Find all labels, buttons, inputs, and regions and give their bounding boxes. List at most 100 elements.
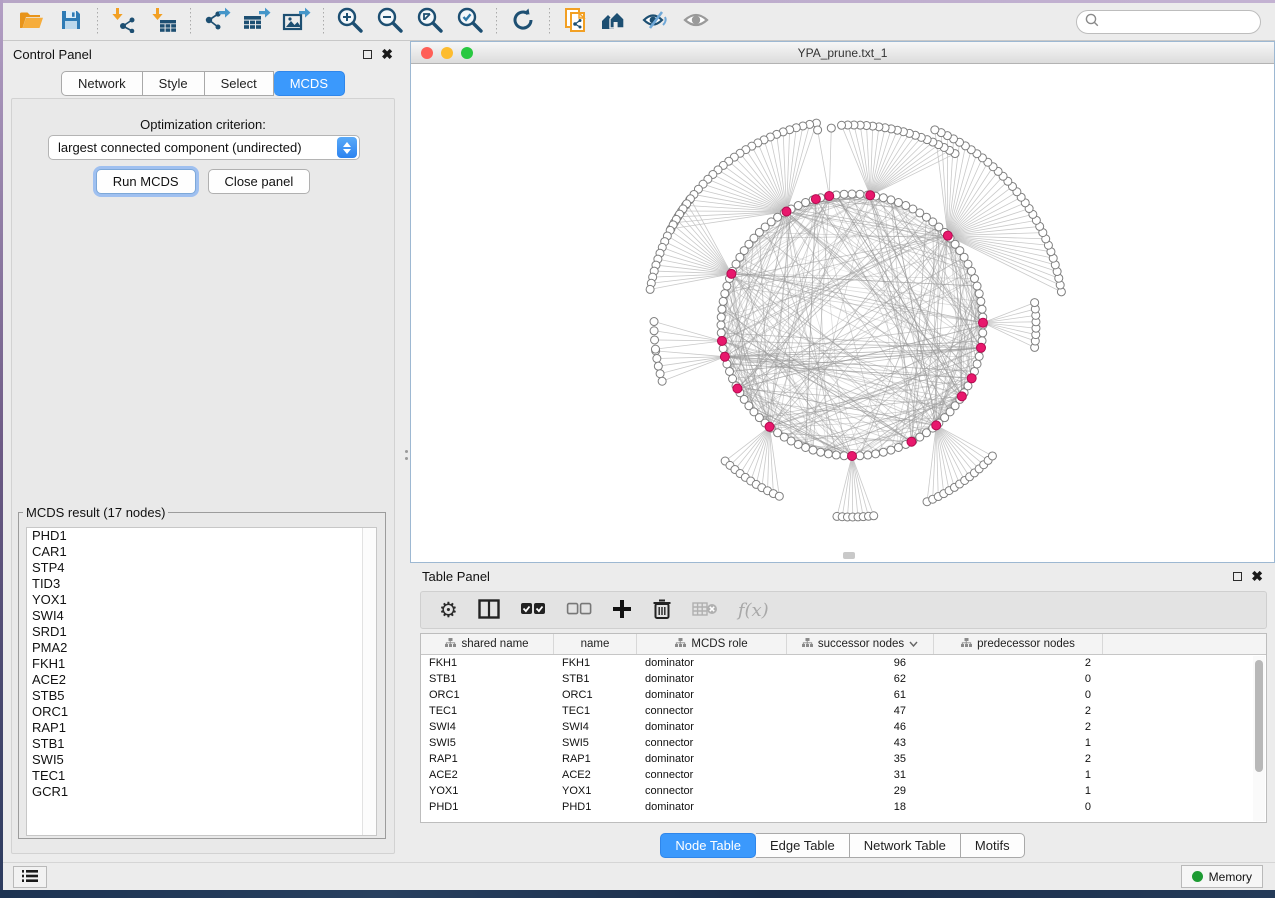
mcds-hub-node[interactable] bbox=[733, 384, 742, 393]
memory-button[interactable]: Memory bbox=[1181, 865, 1263, 888]
mcds-hub-node[interactable] bbox=[782, 207, 791, 216]
table-row[interactable]: SWI5SWI5connector431 bbox=[421, 735, 1266, 751]
graph-node[interactable] bbox=[1031, 299, 1039, 307]
graph-node[interactable] bbox=[651, 336, 659, 344]
node-table[interactable]: shared namenameMCDS rolesuccessor nodesp… bbox=[420, 633, 1267, 823]
select-all-button[interactable] bbox=[520, 595, 546, 625]
column-header-predecessor-nodes[interactable]: predecessor nodes bbox=[934, 634, 1103, 654]
save-session-button[interactable] bbox=[51, 6, 91, 38]
mcds-node-item[interactable]: PMA2 bbox=[27, 640, 376, 656]
import-table-button[interactable] bbox=[144, 6, 184, 38]
mcds-result-list[interactable]: PHD1CAR1STP4TID3YOX1SWI4SRD1PMA2FKH1ACE2… bbox=[26, 527, 377, 836]
graph-node[interactable] bbox=[726, 367, 734, 375]
mcds-node-item[interactable]: SRD1 bbox=[27, 624, 376, 640]
search-input[interactable] bbox=[1100, 15, 1250, 29]
mcds-hub-node[interactable] bbox=[967, 374, 976, 383]
mcds-node-item[interactable]: SWI5 bbox=[27, 752, 376, 768]
mcds-hub-node[interactable] bbox=[720, 352, 729, 361]
mcds-node-item[interactable]: ACE2 bbox=[27, 672, 376, 688]
graph-node[interactable] bbox=[717, 329, 725, 337]
column-header-shared-name[interactable]: shared name bbox=[421, 634, 554, 654]
graph-node[interactable] bbox=[802, 443, 810, 451]
mcds-hub-node[interactable] bbox=[957, 392, 966, 401]
mcds-node-item[interactable]: STB5 bbox=[27, 688, 376, 704]
table-row[interactable]: FKH1FKH1dominator962 bbox=[421, 655, 1266, 671]
graph-node[interactable] bbox=[975, 290, 983, 298]
table-scrollbar-thumb[interactable] bbox=[1255, 660, 1263, 772]
graph-node[interactable] bbox=[656, 370, 664, 378]
graph-node[interactable] bbox=[723, 282, 731, 290]
graph-node[interactable] bbox=[654, 362, 662, 370]
graph-node[interactable] bbox=[894, 199, 902, 207]
network-hscroll-thumb[interactable] bbox=[843, 552, 855, 559]
panel-menu-button[interactable] bbox=[13, 866, 47, 888]
tab-style[interactable]: Style bbox=[143, 71, 205, 96]
mcds-node-item[interactable]: ORC1 bbox=[27, 704, 376, 720]
table-settings-button[interactable]: ⚙ bbox=[439, 595, 458, 625]
mcds-hub-node[interactable] bbox=[811, 195, 820, 204]
mcds-node-item[interactable]: SWI4 bbox=[27, 608, 376, 624]
network-titlebar[interactable]: YPA_prune.txt_1 bbox=[411, 42, 1274, 64]
first-neighbors-button[interactable] bbox=[596, 6, 636, 38]
tab-network[interactable]: Network bbox=[61, 71, 143, 96]
graph-node[interactable] bbox=[658, 377, 666, 385]
zoom-in-button[interactable] bbox=[330, 6, 370, 38]
graph-node[interactable] bbox=[879, 448, 887, 456]
mcds-hub-node[interactable] bbox=[978, 318, 987, 327]
close-table-panel-icon[interactable]: ✖ bbox=[1251, 571, 1263, 581]
mcds-hub-node[interactable] bbox=[866, 191, 875, 200]
graph-node[interactable] bbox=[651, 345, 659, 353]
delete-column-button[interactable] bbox=[652, 595, 672, 625]
graph-node[interactable] bbox=[979, 329, 987, 337]
hide-selected-button[interactable] bbox=[636, 6, 676, 38]
table-row[interactable]: RAP1RAP1dominator352 bbox=[421, 751, 1266, 767]
search-field[interactable] bbox=[1076, 10, 1261, 34]
mcds-hub-node[interactable] bbox=[727, 269, 736, 278]
graph-node[interactable] bbox=[718, 305, 726, 313]
network-canvas[interactable] bbox=[411, 64, 1274, 562]
graph-node[interactable] bbox=[840, 452, 848, 460]
graph-node[interactable] bbox=[970, 275, 978, 283]
mcds-node-item[interactable]: CAR1 bbox=[27, 544, 376, 560]
delete-table-button[interactable] bbox=[692, 595, 718, 625]
graph-node[interactable] bbox=[646, 285, 654, 293]
zoom-fit-button[interactable] bbox=[410, 6, 450, 38]
refresh-view-button[interactable] bbox=[503, 6, 543, 38]
graph-node[interactable] bbox=[879, 194, 887, 202]
column-header-successor-nodes[interactable]: successor nodes bbox=[787, 634, 934, 654]
table-row[interactable]: ORC1ORC1dominator610 bbox=[421, 687, 1266, 703]
graph-node[interactable] bbox=[872, 450, 880, 458]
mcds-hub-node[interactable] bbox=[848, 452, 857, 461]
mcds-hub-node[interactable] bbox=[825, 191, 834, 200]
table-row[interactable]: STB1STB1dominator620 bbox=[421, 671, 1266, 687]
export-network-button[interactable] bbox=[197, 6, 237, 38]
duplicate-network-button[interactable] bbox=[556, 6, 596, 38]
graph-node[interactable] bbox=[775, 492, 783, 500]
graph-node[interactable] bbox=[824, 450, 832, 458]
close-panel-icon[interactable]: ✖ bbox=[381, 49, 393, 59]
mcds-list-scrollbar[interactable] bbox=[362, 528, 376, 835]
graph-node[interactable] bbox=[887, 446, 895, 454]
graph-node[interactable] bbox=[717, 313, 725, 321]
mcds-node-item[interactable]: PHD1 bbox=[27, 528, 376, 544]
column-header-MCDS-role[interactable]: MCDS role bbox=[637, 634, 787, 654]
table-row[interactable]: TEC1TEC1connector472 bbox=[421, 703, 1266, 719]
float-panel-icon[interactable] bbox=[363, 50, 372, 59]
tab-mcds[interactable]: MCDS bbox=[274, 71, 345, 96]
float-table-panel-icon[interactable] bbox=[1233, 572, 1242, 581]
graph-node[interactable] bbox=[832, 451, 840, 459]
tab-node-table[interactable]: Node Table bbox=[660, 833, 756, 858]
mcds-hub-node[interactable] bbox=[765, 422, 774, 431]
graph-node[interactable] bbox=[864, 451, 872, 459]
close-panel-button[interactable]: Close panel bbox=[208, 169, 311, 194]
table-row[interactable]: YOX1YOX1connector291 bbox=[421, 783, 1266, 799]
graph-node[interactable] bbox=[817, 448, 825, 456]
mcds-hub-node[interactable] bbox=[932, 421, 941, 430]
mcds-hub-node[interactable] bbox=[907, 437, 916, 446]
graph-node[interactable] bbox=[650, 318, 658, 326]
export-table-button[interactable] bbox=[237, 6, 277, 38]
graph-node[interactable] bbox=[802, 199, 810, 207]
graph-node[interactable] bbox=[827, 124, 835, 132]
graph-node[interactable] bbox=[838, 121, 846, 129]
graph-node[interactable] bbox=[814, 126, 822, 134]
